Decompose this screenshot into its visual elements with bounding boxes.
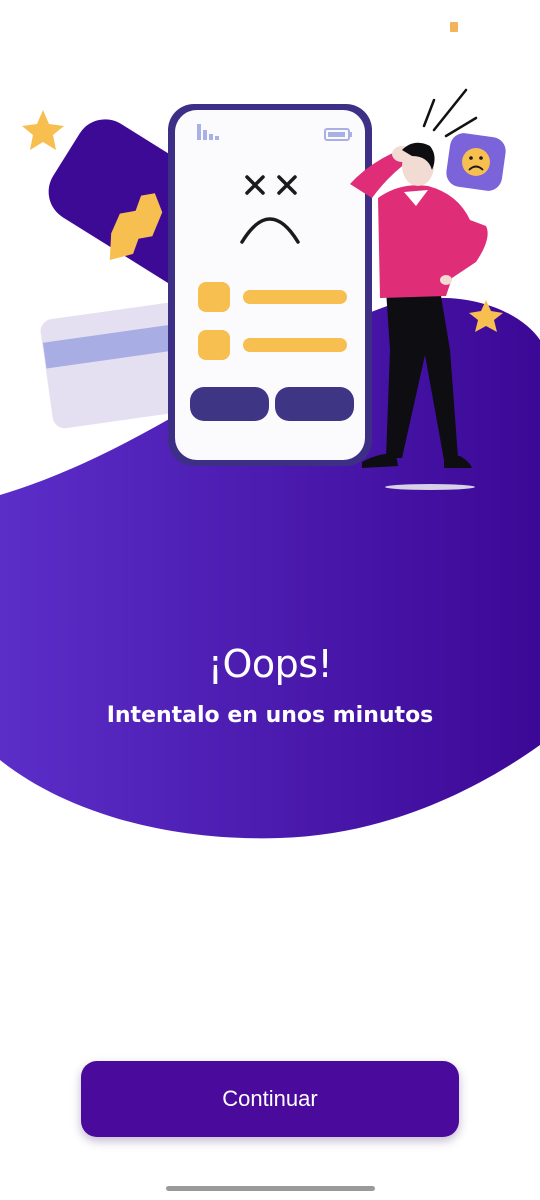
phone-graphic [168, 104, 372, 466]
star-icon [469, 300, 503, 332]
error-subtitle: Intentalo en unos minutos [106, 703, 434, 728]
error-illustration [22, 88, 506, 490]
continue-button[interactable]: Continuar [81, 1061, 459, 1137]
stress-lines-graphic [422, 88, 478, 138]
error-title: ¡Oops! [207, 642, 333, 686]
star-icon [22, 110, 64, 150]
sad-face-icon [446, 133, 506, 191]
home-indicator[interactable] [166, 1186, 375, 1191]
